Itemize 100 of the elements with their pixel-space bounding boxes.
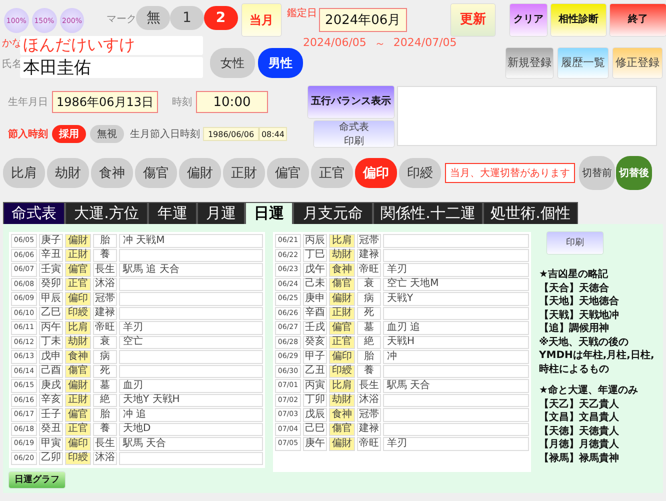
history-button[interactable]: 履歴一覧 — [558, 48, 608, 78]
star-button[interactable]: 偏官 — [267, 158, 309, 188]
print-button[interactable]: 印刷 — [547, 232, 603, 254]
exit-button[interactable]: 終了 — [610, 4, 666, 36]
setsuiri-option[interactable]: 採用 — [52, 125, 86, 143]
table-cell: 病 — [357, 292, 381, 306]
star-button[interactable]: 比肩 — [3, 158, 45, 188]
graph-button[interactable]: 日運グラフ — [9, 472, 65, 488]
name-field[interactable]: 本田圭佑 — [20, 57, 203, 78]
table-cell: 丙午 — [39, 321, 63, 334]
setsuiri-time-field: 08:44 — [259, 127, 287, 141]
star-cell: 傷官 — [65, 364, 91, 378]
clear-button[interactable]: クリア — [510, 4, 547, 36]
notes-cell: 空亡 — [119, 336, 263, 349]
star-button[interactable]: 正財 — [223, 158, 265, 188]
table-cell: 庚子 — [39, 234, 63, 248]
balance-button[interactable]: 五行バランス表示 — [308, 86, 394, 118]
appraisal-date-field[interactable]: 2024年06月 — [319, 8, 407, 32]
star-button[interactable]: 正官 — [311, 158, 353, 188]
star-button[interactable]: 傷官 — [135, 158, 177, 188]
table-cell: 丁巳 — [303, 248, 327, 262]
star-cell: 傷官 — [329, 278, 355, 291]
mark-option[interactable]: 1 — [170, 6, 204, 30]
star-cell: 比肩 — [329, 234, 355, 248]
notes-cell: 天地D — [119, 422, 263, 436]
star-button[interactable]: 食神 — [91, 158, 133, 188]
table-cell: 墓 — [93, 379, 117, 392]
tab[interactable]: 命式表 — [3, 202, 65, 224]
birth-time-field[interactable]: 10:00 — [196, 91, 268, 113]
memo-field[interactable] — [397, 86, 657, 146]
appraisal-date-label: 鑑定日 — [287, 6, 318, 20]
table-cell: 庚戌 — [39, 379, 63, 392]
star-cell: 食神 — [329, 408, 355, 422]
current-month-button[interactable]: 当月 — [242, 4, 282, 36]
star-cell: 劫財 — [329, 394, 355, 407]
table-cell: 建禄 — [93, 306, 117, 320]
legend-item: 【天乙】天乙貴人 — [539, 398, 620, 411]
tab[interactable]: 年運 — [148, 202, 197, 224]
tab[interactable]: 関係性.十二運 — [373, 202, 483, 224]
notes-cell: 血刃 追 — [383, 321, 529, 334]
birth-date-label: 生年月日 — [8, 96, 48, 109]
star-button[interactable]: 偏印 — [355, 158, 397, 188]
star-cell: 偏財 — [65, 234, 91, 248]
birth-time-label: 時刻 — [172, 96, 192, 109]
star-cell: 偏官 — [65, 408, 91, 422]
chart-print-button[interactable]: 命式表 印刷 — [314, 121, 394, 147]
legend-item: 【月徳】月徳貴人 — [539, 438, 620, 452]
notes-cell: 冲 — [383, 350, 529, 364]
table-cell: 沐浴 — [93, 278, 117, 291]
table-cell: 絶 — [93, 394, 117, 407]
tab[interactable]: 日運 — [245, 202, 293, 224]
notes-cell: 羊刃 — [383, 263, 529, 276]
setsuiri-date-field: 1986/06/06 — [203, 127, 259, 141]
table-cell: 沐浴 — [93, 452, 117, 465]
table-cell: 墓 — [357, 321, 381, 334]
legend-heading: ★命と大運、年運のみ — [539, 384, 639, 398]
table-cell: 長生 — [93, 263, 117, 276]
star-cell: 正官 — [329, 336, 355, 349]
mark-option[interactable]: 2 — [204, 6, 238, 30]
tab[interactable]: 大運.方位 — [65, 202, 148, 224]
legend-item: 【天合】天徳合 — [539, 282, 610, 295]
table-cell: 壬戌 — [303, 321, 327, 334]
table-cell: 胎 — [357, 350, 381, 364]
table-cell: 壬寅 — [39, 263, 63, 276]
switch-button[interactable]: 切替前 — [579, 156, 615, 190]
table-cell: 乙丑 — [303, 364, 327, 378]
table-cell: 胎 — [93, 408, 117, 422]
tab[interactable]: 処世術.個性 — [483, 202, 578, 224]
setsuiri-option[interactable]: 無視 — [90, 125, 124, 143]
table-cell: 長生 — [357, 379, 381, 392]
notes-cell: 冲 天戦M — [119, 234, 263, 248]
star-button[interactable]: 偏財 — [179, 158, 221, 188]
notes-cell: 駅馬 天合 — [383, 379, 529, 392]
mark-option[interactable]: 無 — [136, 6, 170, 30]
birth-date-field[interactable]: 1986年06月13日 — [52, 91, 158, 113]
table-cell: 甲辰 — [39, 292, 63, 306]
edit-record-button[interactable]: 修正登録 — [613, 48, 662, 78]
new-record-button[interactable]: 新規登録 — [506, 48, 553, 78]
star-cell: 偏印 — [65, 292, 91, 306]
table-cell: 戊午 — [303, 263, 327, 276]
table-cell: 癸卯 — [39, 278, 63, 291]
legend-heading: ★吉凶星の略記 — [539, 268, 609, 282]
switch-button[interactable]: 切替後 — [616, 156, 652, 190]
table-cell: 乙巳 — [39, 306, 63, 320]
table-cell: 己酉 — [39, 364, 63, 378]
tab[interactable]: 月運 — [197, 202, 245, 224]
star-cell: 偏財 — [65, 379, 91, 392]
star-button[interactable]: 劫財 — [47, 158, 89, 188]
star-cell: 正財 — [329, 306, 355, 320]
star-cell: 比肩 — [329, 379, 355, 392]
tab[interactable]: 月支元命 — [293, 202, 373, 224]
kana-field[interactable]: ほんだけいすけ — [20, 36, 203, 55]
gender-button[interactable]: 男性 — [258, 48, 303, 78]
star-button[interactable]: 印綬 — [399, 158, 441, 188]
table-cell: 冠帯 — [357, 234, 381, 248]
compatibility-button[interactable]: 相性診断 — [550, 4, 606, 36]
star-cell: 食神 — [329, 263, 355, 276]
notes-cell: 駅馬 天合 — [119, 437, 263, 450]
gender-button[interactable]: 女性 — [210, 48, 255, 78]
star-cell: 印綬 — [65, 306, 91, 320]
